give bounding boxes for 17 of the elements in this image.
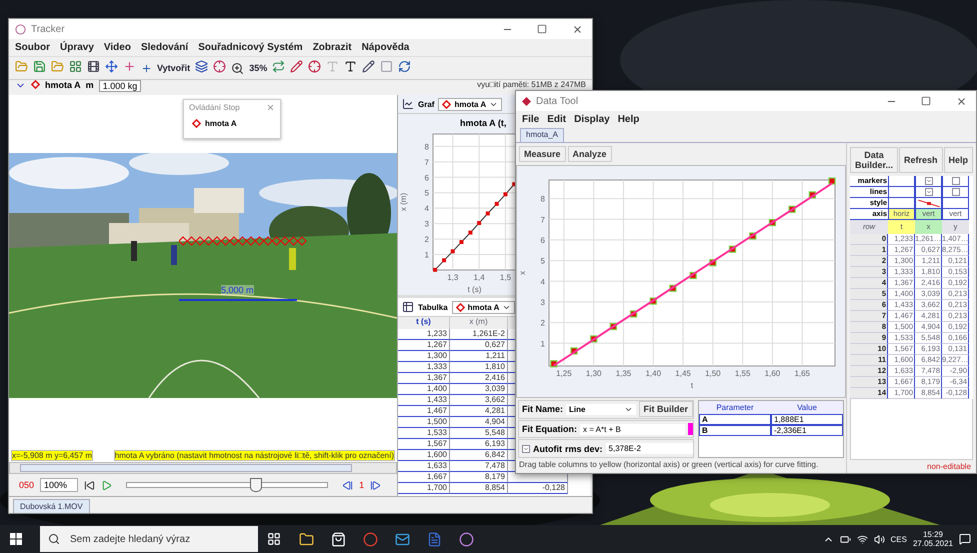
- folder-icon[interactable]: [298, 532, 314, 546]
- battery-icon[interactable]: [840, 534, 850, 544]
- volume-icon[interactable]: [874, 534, 884, 544]
- clock[interactable]: 15:29 27.05.2021: [912, 530, 953, 548]
- network-icon[interactable]: [856, 534, 868, 544]
- language-indicator[interactable]: CES: [890, 534, 907, 544]
- search-icon: [48, 533, 60, 545]
- mail-icon[interactable]: [394, 532, 410, 546]
- task-view-icon[interactable]: [267, 532, 281, 546]
- bag-icon[interactable]: [330, 532, 346, 546]
- windows-icon[interactable]: [10, 533, 22, 545]
- notification-icon[interactable]: [959, 533, 971, 545]
- browser-icon[interactable]: [362, 532, 378, 546]
- search-field[interactable]: Sem zadejte hledaný výraz: [68, 532, 252, 546]
- search-bar[interactable]: Sem zadejte hledaný výraz: [40, 526, 258, 552]
- app-icon[interactable]: [458, 532, 474, 546]
- document-icon[interactable]: [426, 532, 442, 546]
